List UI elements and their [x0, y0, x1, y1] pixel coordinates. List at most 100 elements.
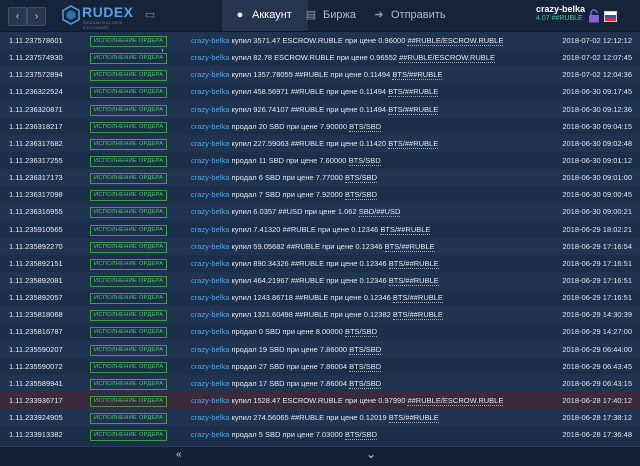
- operation-id[interactable]: 1.11.235910565: [9, 221, 63, 238]
- account-link[interactable]: crazy-belka: [191, 87, 229, 96]
- account-link[interactable]: crazy-belka: [191, 156, 229, 165]
- operation-id[interactable]: 1.11.235892151: [9, 255, 63, 272]
- back-button[interactable]: ‹: [8, 7, 27, 26]
- chevron-double-left-icon[interactable]: «: [176, 449, 182, 460]
- table-row[interactable]: 1.11.237572894 ИСПОЛНЕНИЕ ОРДЕРА crazy-bel…: [0, 66, 640, 84]
- market-link[interactable]: BTS/SBD: [344, 173, 378, 184]
- operation-id[interactable]: 1.11.235589941: [9, 375, 63, 392]
- operation-id[interactable]: 1.11.235816787: [9, 323, 63, 340]
- account-info[interactable]: crazy-belka 4.07 ##RUBLE: [536, 4, 585, 22]
- market-link[interactable]: BTS/SBD: [348, 155, 381, 166]
- market-link[interactable]: BTS/##RUBLE: [384, 241, 435, 252]
- market-link[interactable]: BTS/##RUBLE: [392, 310, 443, 321]
- market-link[interactable]: BTS/##RUBLE: [388, 275, 439, 286]
- account-link[interactable]: crazy-belka: [191, 207, 229, 216]
- operation-id[interactable]: 1.11.237572894: [9, 66, 63, 83]
- table-row[interactable]: 1.11.233936717 ИСПОЛНЕНИЕ ОРДЕРА crazy-bel…: [0, 391, 640, 410]
- market-link[interactable]: BTS/##RUBLE: [388, 138, 439, 149]
- table-row[interactable]: 1.11.235892081 ИСПОЛНЕНИЕ ОРДЕРА crazy-bel…: [0, 271, 640, 290]
- operation-id[interactable]: 1.11.237578601: [9, 32, 63, 49]
- account-link[interactable]: crazy-belka: [191, 70, 229, 79]
- table-row[interactable]: 1.11.236317173 ИСПОЛНЕНИЕ ОРДЕРА crazy-bel…: [0, 169, 640, 187]
- table-row[interactable]: 1.11.233924905 ИСПОЛНЕНИЕ ОРДЕРА crazy-bel…: [0, 409, 640, 427]
- market-link[interactable]: ##RUBLE/ESCROW.RUBLE: [407, 36, 504, 46]
- account-link[interactable]: crazy-belka: [191, 139, 229, 148]
- account-link[interactable]: crazy-belka: [191, 190, 229, 199]
- operation-id[interactable]: 1.11.236318217: [9, 118, 63, 135]
- market-link[interactable]: ##RUBLE/ESCROW.RUBLE: [399, 53, 495, 64]
- account-link[interactable]: crazy-belka: [191, 225, 229, 234]
- account-link[interactable]: crazy-belka: [191, 327, 229, 336]
- table-row[interactable]: 1.11.236316955 ИСПОЛНЕНИЕ ОРДЕРА crazy-bel…: [0, 203, 640, 221]
- account-link[interactable]: crazy-belka: [191, 379, 229, 388]
- market-link[interactable]: BTS/##RUBLE: [392, 70, 443, 81]
- forward-button[interactable]: ›: [27, 7, 46, 26]
- operation-id[interactable]: 1.11.236317098: [9, 186, 63, 203]
- table-row[interactable]: 1.11.235590207 ИСПОЛНЕНИЕ ОРДЕРА crazy-bel…: [0, 340, 640, 358]
- market-link[interactable]: ##RUBLE/ESCROW.RUBLE: [407, 395, 504, 406]
- table-row[interactable]: 1.11.233913382 ИСПОЛНЕНИЕ ОРДЕРА crazy-bel…: [0, 426, 640, 443]
- operation-id[interactable]: 1.11.236320871: [9, 101, 63, 118]
- operation-id[interactable]: 1.11.233924905: [9, 409, 63, 426]
- table-row[interactable]: 1.11.235589941 ИСПОЛНЕНИЕ ОРДЕРА crazy-bel…: [0, 374, 640, 392]
- operation-id[interactable]: 1.11.233913382: [9, 426, 63, 443]
- market-link[interactable]: BTS/SBD: [344, 430, 378, 441]
- table-row[interactable]: 1.11.237574930 ИСПОЛНЕНИЕ ОРДЕРА crazy-bel…: [0, 49, 640, 66]
- table-row[interactable]: 1.11.235892270 ИСПОЛНЕНИЕ ОРДЕРА crazy-bel…: [0, 237, 640, 255]
- table-row[interactable]: 1.11.236317098 ИСПОЛНЕНИЕ ОРДЕРА crazy-bel…: [0, 186, 640, 203]
- account-link[interactable]: crazy-belka: [191, 259, 229, 268]
- operation-id[interactable]: 1.11.236322524: [9, 83, 63, 100]
- market-link[interactable]: BTS/##RUBLE: [388, 258, 439, 269]
- tab-exchange[interactable]: ▤ Биржа: [300, 0, 363, 31]
- account-link[interactable]: crazy-belka: [191, 173, 229, 182]
- account-link[interactable]: crazy-belka: [191, 413, 229, 422]
- market-link[interactable]: BTS/##RUBLE: [388, 87, 439, 98]
- market-link[interactable]: BTS/SBD: [344, 327, 378, 338]
- account-link[interactable]: crazy-belka: [191, 122, 229, 131]
- operation-id[interactable]: 1.11.235590072: [9, 358, 63, 375]
- table-row[interactable]: 1.11.235818068 ИСПОЛНЕНИЕ ОРДЕРА crazy-bel…: [0, 306, 640, 324]
- account-link[interactable]: crazy-belka: [191, 345, 229, 354]
- account-link[interactable]: crazy-belka: [191, 105, 229, 114]
- market-link[interactable]: BTS/SBD: [349, 361, 382, 372]
- operation-id[interactable]: 1.11.235818068: [9, 306, 63, 323]
- account-link[interactable]: crazy-belka: [191, 276, 229, 285]
- table-row[interactable]: 1.11.235816787 ИСПОЛНЕНИЕ ОРДЕРА crazy-bel…: [0, 323, 640, 340]
- operation-id[interactable]: 1.11.236316955: [9, 203, 63, 220]
- market-link[interactable]: BTS/SBD: [344, 190, 378, 201]
- market-link[interactable]: BTS/SBD: [349, 378, 382, 389]
- russian-flag-icon[interactable]: [604, 11, 617, 22]
- table-row[interactable]: 1.11.235910565 ИСПОЛНЕНИЕ ОРДЕРА crazy-bel…: [0, 221, 640, 238]
- market-link[interactable]: BTS/##RUBLE: [388, 104, 439, 115]
- operation-id[interactable]: 1.11.233936717: [9, 392, 63, 409]
- account-link[interactable]: crazy-belka: [191, 430, 229, 439]
- table-row[interactable]: 1.11.235590072 ИСПОЛНЕНИЕ ОРДЕРА crazy-bel…: [0, 358, 640, 375]
- operation-id[interactable]: 1.11.236317173: [9, 169, 63, 186]
- account-link[interactable]: crazy-belka: [191, 396, 229, 405]
- operation-id[interactable]: 1.11.236317682: [9, 135, 63, 152]
- market-link[interactable]: BTS/##RUBLE: [380, 224, 431, 235]
- market-link[interactable]: BTS/SBD: [349, 121, 382, 132]
- account-link[interactable]: crazy-belka: [191, 310, 229, 319]
- table-row[interactable]: 1.11.236317255 ИСПОЛНЕНИЕ ОРДЕРА crazy-bel…: [0, 152, 640, 169]
- operation-id[interactable]: 1.11.236317255: [9, 152, 63, 169]
- account-link[interactable]: crazy-belka: [191, 36, 229, 45]
- tab-account[interactable]: ● Аккаунт: [222, 0, 308, 31]
- chevron-down-icon[interactable]: ⌄: [366, 447, 376, 461]
- table-row[interactable]: 1.11.236317682 ИСПОЛНЕНИЕ ОРДЕРА crazy-bel…: [0, 134, 640, 152]
- table-row[interactable]: 1.11.235892057 ИСПОЛНЕНИЕ ОРДЕРА crazy-bel…: [0, 289, 640, 306]
- operation-id[interactable]: 1.11.237574930: [9, 49, 63, 66]
- tab-dashboard[interactable]: ▭Инфопанель: [139, 0, 216, 52]
- market-link[interactable]: BTS/##RUBLE: [388, 413, 439, 424]
- market-link[interactable]: SBD/##USD: [358, 207, 401, 218]
- account-link[interactable]: crazy-belka: [191, 242, 229, 251]
- account-link[interactable]: crazy-belka: [191, 293, 229, 302]
- market-link[interactable]: BTS/SBD: [349, 344, 382, 355]
- table-row[interactable]: 1.11.236322524 ИСПОЛНЕНИЕ ОРДЕРА crazy-bel…: [0, 83, 640, 100]
- lock-icon[interactable]: [588, 9, 600, 23]
- table-row[interactable]: 1.11.235892151 ИСПОЛНЕНИЕ ОРДЕРА crazy-bel…: [0, 255, 640, 272]
- table-row[interactable]: 1.11.236320871 ИСПОЛНЕНИЕ ОРДЕРА crazy-bel…: [0, 100, 640, 118]
- account-link[interactable]: crazy-belka: [191, 53, 229, 62]
- table-row[interactable]: 1.11.237578601 ИСПОЛНЕНИЕ ОРДЕРА crazy-bel…: [0, 32, 640, 50]
- market-link[interactable]: BTS/##RUBLE: [392, 293, 443, 304]
